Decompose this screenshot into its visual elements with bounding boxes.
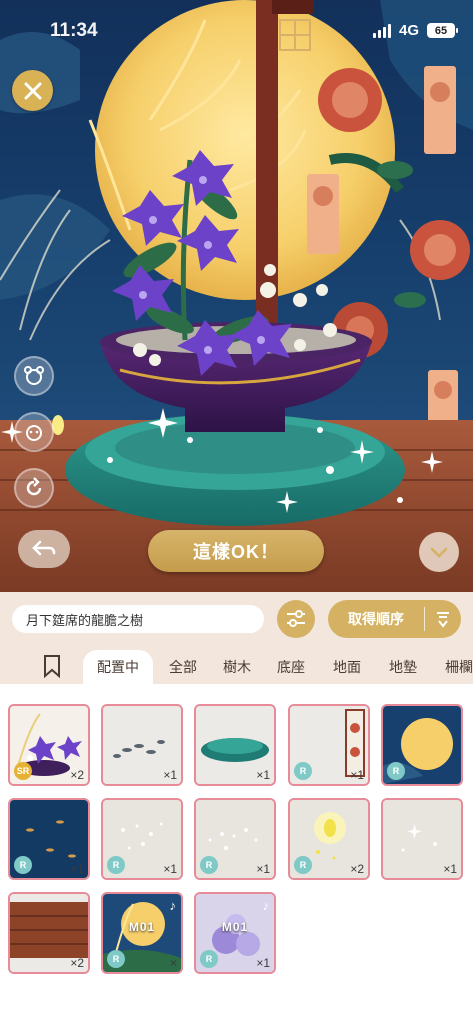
tab-bases[interactable]: 底座	[268, 650, 314, 684]
item-jade-base[interactable]: ×1	[194, 704, 276, 786]
sort-order-button[interactable]: 取得順序	[328, 600, 461, 638]
item-gentian-tree[interactable]: SR ×2	[8, 704, 90, 786]
music-note-icon: ♪	[169, 898, 177, 913]
rarity-badge: R	[200, 856, 218, 874]
item-count: ×2	[70, 768, 84, 782]
undo-icon	[32, 540, 56, 556]
tab-ground[interactable]: 地面	[324, 650, 370, 684]
category-tabs: 配置中 全部 樹木 底座 地面 地墊 柵欄	[0, 644, 473, 684]
close-icon	[24, 82, 41, 99]
item-count: ×2	[350, 862, 364, 876]
item-wood-deck[interactable]: ×2	[8, 892, 90, 974]
item-sparkle-c[interactable]: ×1	[381, 798, 463, 880]
tab-mats[interactable]: 地墊	[380, 650, 426, 684]
undo-button[interactable]	[18, 530, 70, 568]
camera-button[interactable]	[14, 412, 54, 452]
item-count: ×2	[70, 956, 84, 970]
rotate-button[interactable]	[14, 468, 54, 508]
music-track-label: M01	[128, 920, 156, 934]
tab-all[interactable]: 全部	[160, 650, 206, 684]
item-music-hydrangea[interactable]: ♪ M01 R ×1	[194, 892, 276, 974]
sort-order-label: 取得順序	[348, 611, 404, 627]
bear-face-icon	[26, 425, 42, 441]
bookmark-icon	[44, 655, 60, 679]
item-count: ×1	[163, 768, 177, 782]
scene-art	[0, 0, 473, 592]
item-count: ×1	[163, 862, 177, 876]
battery-icon: 65	[427, 23, 458, 38]
rarity-badge: R	[387, 762, 405, 780]
item-count: ×1	[256, 956, 270, 970]
item-moon-backdrop[interactable]: R	[381, 704, 463, 786]
rotate-icon	[26, 477, 42, 496]
item-count: ×1	[350, 768, 364, 782]
item-sparkle-b[interactable]: R ×1	[194, 798, 276, 880]
rarity-badge: R	[294, 856, 312, 874]
signal-icon	[372, 23, 391, 38]
network-type: 4G	[398, 22, 419, 39]
rarity-badge: R	[14, 856, 32, 874]
item-count: ×1	[443, 862, 457, 876]
filter-button[interactable]	[277, 600, 315, 638]
item-music-moon[interactable]: ♪ M01 R ×	[101, 892, 183, 974]
tab-placed[interactable]: 配置中	[83, 650, 153, 684]
item-count: ×	[169, 956, 177, 970]
item-count: ×1	[256, 862, 270, 876]
character-button[interactable]	[14, 356, 54, 396]
item-grid: SR ×2 ×1 ×1 R ×1 R R ×1 R ×1 R ×1 R ×2 ×…	[0, 684, 473, 1024]
item-sparkle-a[interactable]: R ×1	[101, 798, 183, 880]
status-time: 11:34	[50, 20, 98, 41]
rarity-badge: R	[294, 762, 312, 780]
item-peony-screen[interactable]: R ×1	[288, 704, 370, 786]
collapse-button[interactable]	[419, 532, 459, 572]
item-fish-ground[interactable]: ×1	[101, 704, 183, 786]
item-night-pond[interactable]: R ×1	[8, 798, 90, 880]
tab-trees[interactable]: 樹木	[214, 650, 260, 684]
rarity-badge: R	[107, 950, 125, 968]
item-firefly[interactable]: R ×2	[288, 798, 370, 880]
rarity-badge: SR	[14, 762, 32, 780]
sort-descending-icon	[425, 610, 461, 628]
bear-icon	[24, 366, 44, 385]
chevron-down-icon	[430, 547, 448, 558]
item-name-field[interactable]: 月下筵席的龍膽之樹	[12, 605, 264, 633]
tab-fences[interactable]: 柵欄	[436, 650, 473, 684]
rarity-badge: R	[200, 950, 218, 968]
editor-toolbar: 月下筵席的龍膽之樹 取得順序	[0, 592, 473, 644]
music-track-label: M01	[221, 920, 249, 934]
garden-scene: 11:34 4G 65 這樣OK！	[0, 0, 473, 592]
bookmark-tab[interactable]	[42, 654, 62, 683]
confirm-ok-button[interactable]: 這樣OK！	[148, 530, 324, 572]
item-count: ×1	[256, 768, 270, 782]
sliders-icon	[287, 610, 305, 627]
status-bar: 11:34 4G 65	[0, 0, 473, 62]
close-button[interactable]	[12, 70, 53, 111]
battery-level: 65	[434, 24, 448, 37]
rarity-badge: R	[107, 856, 125, 874]
music-note-icon: ♪	[262, 898, 270, 913]
item-count: ×1	[70, 862, 84, 876]
